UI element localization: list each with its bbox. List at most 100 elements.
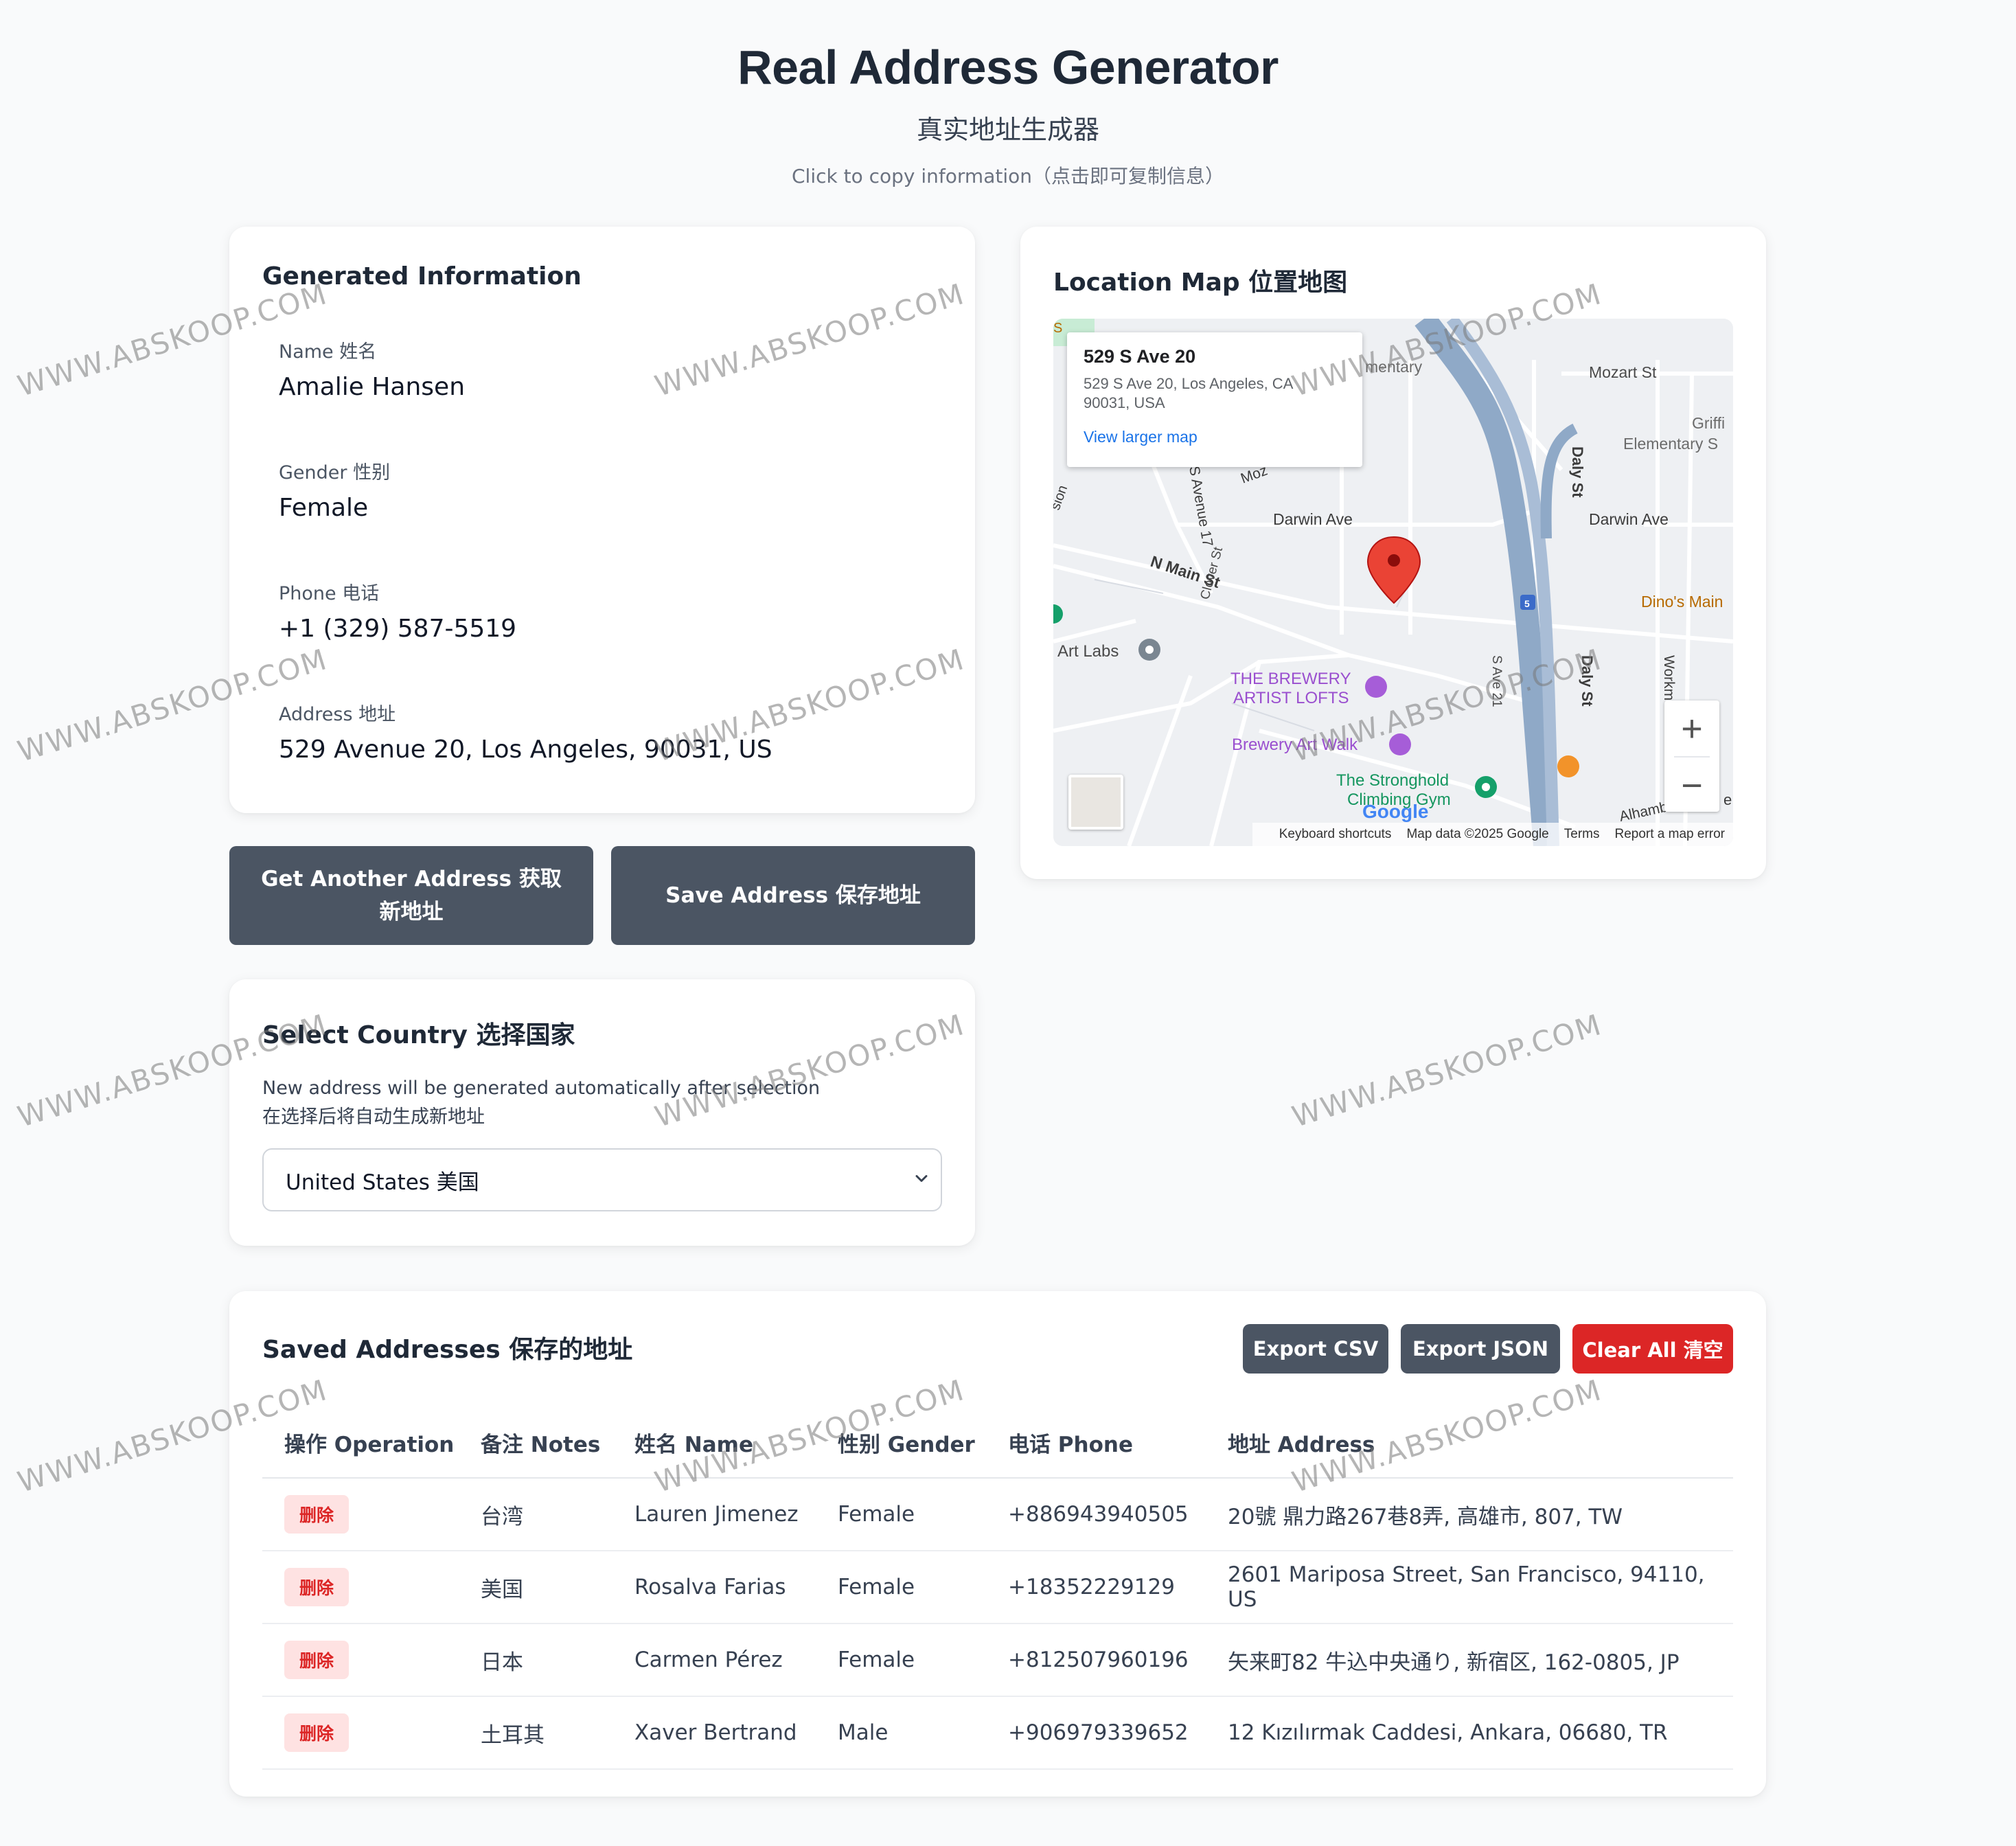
description-chinese: 在选择后将自动生成新地址 — [262, 1106, 485, 1128]
name-value[interactable]: Amalie Hansen — [279, 373, 465, 401]
street-view-pegman[interactable] — [1068, 775, 1123, 830]
gender-cell: Female — [816, 1478, 986, 1551]
column-header-address: 地址 Address — [1206, 1408, 1733, 1479]
table-header-row: 操作 Operation 备注 Notes 姓名 Name 性别 Gender … — [262, 1408, 1733, 1479]
map-label-daly-st: Daly St — [1569, 446, 1586, 498]
export-json-button[interactable]: Export JSON — [1401, 1324, 1560, 1374]
address-field[interactable]: Address 地址 529 Avenue 20, Los Angeles, 9… — [279, 699, 772, 764]
page-header: Real Address Generator 真实地址生成器 Click to … — [0, 34, 2016, 189]
generated-info-title: Generated Information — [262, 262, 582, 290]
phone-cell: +886943940505 — [986, 1478, 1206, 1551]
country-selected-value: United States 美国 — [286, 1170, 479, 1195]
delete-button[interactable]: 删除 — [284, 1568, 350, 1606]
table-row: 删除 美国 Rosalva Farias Female +18352229129… — [262, 1551, 1733, 1624]
notes-cell: 台湾 — [459, 1478, 612, 1551]
popup-title: 529 S Ave 20 — [1084, 346, 1196, 367]
table-row: 删除 土耳其 Xaver Bertrand Male +906979339652… — [262, 1696, 1733, 1770]
map-label-daly-st-south: Daly St — [1579, 655, 1596, 707]
notes-cell: 日本 — [459, 1623, 612, 1697]
popup-address-line-2: 90031, USA — [1084, 394, 1165, 411]
name-field[interactable]: Name 姓名 Amalie Hansen — [279, 337, 465, 401]
notes-cell: 美国 — [459, 1551, 612, 1624]
column-header-gender: 性别 Gender — [816, 1408, 986, 1479]
keyboard-shortcuts-link[interactable]: Keyboard shortcuts — [1279, 827, 1392, 842]
name-cell: Xaver Bertrand — [612, 1696, 816, 1770]
map-info-popup: 529 S Ave 20 529 S Ave 20, Los Angeles, … — [1067, 332, 1362, 467]
gender-cell: Female — [816, 1551, 986, 1624]
select-country-description: New address will be generated automatica… — [262, 1074, 820, 1132]
column-header-name: 姓名 Name — [612, 1408, 816, 1479]
operation-cell: 删除 — [262, 1551, 459, 1624]
column-header-notes: 备注 Notes — [459, 1408, 612, 1479]
map-label-griffin: Griffi — [1692, 414, 1725, 432]
location-map-card: Location Map 位置地图 Mozart St Griffi Eleme… — [1020, 227, 1766, 879]
map-label-s-ave-21: S Ave 21 — [1489, 655, 1504, 707]
table-row: 删除 台湾 Lauren Jimenez Female +88694394050… — [262, 1478, 1733, 1551]
view-larger-map-link[interactable]: View larger map — [1084, 428, 1346, 446]
saved-addresses-title: Saved Addresses 保存的地址 — [262, 1336, 633, 1364]
name-cell: Rosalva Farias — [612, 1551, 816, 1624]
phone-cell: +812507960196 — [986, 1623, 1206, 1697]
phone-cell: +18352229129 — [986, 1551, 1206, 1624]
terms-link[interactable]: Terms — [1564, 827, 1600, 842]
address-cell: 2601 Mariposa Street, San Francisco, 941… — [1206, 1551, 1733, 1624]
map-label-dinos: Dino's Main — [1641, 593, 1723, 611]
map-label-elementary: mentary — [1365, 358, 1423, 376]
gender-label: Gender 性别 — [279, 462, 391, 483]
address-label: Address 地址 — [279, 704, 396, 725]
phone-label: Phone 电话 — [279, 583, 380, 604]
map-footer: Keyboard shortcuts Map data ©2025 Google… — [1252, 823, 1733, 846]
gender-field[interactable]: Gender 性别 Female — [279, 457, 390, 522]
phone-value[interactable]: +1 (329) 587-5519 — [279, 615, 516, 643]
map-label-brewery: THE BREWERY — [1230, 670, 1351, 688]
map-data-credit: Map data ©2025 Google — [1406, 827, 1549, 841]
gender-cell: Female — [816, 1623, 986, 1697]
address-value[interactable]: 529 Avenue 20, Los Angeles, 90031, US — [279, 736, 772, 764]
column-header-operation: 操作 Operation — [262, 1408, 459, 1479]
get-another-address-button[interactable]: Get Another Address 获取新地址 — [229, 846, 593, 945]
delete-button[interactable]: 删除 — [284, 1495, 350, 1534]
map-label-griffin-elementary: Elementary S — [1623, 435, 1718, 453]
name-cell: Carmen Pérez — [612, 1623, 816, 1697]
map-label-artist-lofts: ARTIST LOFTS — [1233, 689, 1349, 707]
report-map-error-link[interactable]: Report a map error — [1614, 827, 1725, 842]
delete-button[interactable]: 删除 — [284, 1641, 350, 1679]
gender-value[interactable]: Female — [279, 494, 390, 522]
delete-button[interactable]: 删除 — [284, 1713, 350, 1752]
page-subtitle: 真实地址生成器 — [916, 115, 1099, 145]
description-english: New address will be generated automatica… — [262, 1078, 821, 1099]
export-csv-button[interactable]: Export CSV — [1243, 1324, 1388, 1374]
save-address-button[interactable]: Save Address 保存地址 — [611, 846, 975, 945]
map-label-route-5: 5 — [1524, 598, 1530, 609]
map-label-stronghold: The Stronghold — [1336, 771, 1449, 790]
copy-hint: Click to copy information（点击即可复制信息） — [791, 165, 1224, 187]
operation-cell: 删除 — [262, 1623, 459, 1697]
address-cell: 12 Kızılırmak Caddesi, Ankara, 06680, TR — [1206, 1696, 1733, 1770]
google-logo: Google — [1362, 801, 1428, 823]
zoom-out-button[interactable]: − — [1664, 757, 1719, 813]
phone-field[interactable]: Phone 电话 +1 (329) 587-5519 — [279, 578, 516, 643]
country-select[interactable]: United States 美国 — [262, 1148, 942, 1211]
map-view[interactable]: Mozart St Griffi Elementary S Darwin Ave… — [1053, 319, 1733, 846]
map-label-darwin-ave: Darwin Ave — [1273, 510, 1353, 528]
map-label-art-labs: Art Labs — [1057, 642, 1119, 661]
zoom-control: + − — [1664, 700, 1719, 812]
saved-addresses-table: 操作 Operation 备注 Notes 姓名 Name 性别 Gender … — [262, 1408, 1733, 1770]
map-label-edge-e: e — [1723, 791, 1732, 808]
name-cell: Lauren Jimenez — [612, 1478, 816, 1551]
map-label-brewery-art-walk: Brewery Art Walk — [1232, 736, 1358, 754]
page-title: Real Address Generator — [737, 41, 1279, 94]
map-label-darwin-ave-east: Darwin Ave — [1589, 510, 1669, 528]
generated-info-card: Generated Information Name 姓名 Amalie Han… — [229, 227, 975, 813]
select-country-card: Select Country 选择国家 New address will be … — [229, 979, 975, 1246]
popup-address: 529 S Ave 20, Los Angeles, CA 90031, USA — [1084, 374, 1346, 413]
table-row: 删除 日本 Carmen Pérez Female +812507960196 … — [262, 1623, 1733, 1697]
zoom-in-button[interactable]: + — [1664, 700, 1719, 756]
phone-cell: +906979339652 — [986, 1696, 1206, 1770]
popup-address-line-1: 529 S Ave 20, Los Angeles, CA — [1084, 375, 1294, 392]
saved-addresses-card: Saved Addresses 保存的地址 Export CSV Export … — [229, 1291, 1766, 1797]
map-label-mozart: Mozart St — [1589, 363, 1657, 381]
clear-all-button[interactable]: Clear All 清空 — [1572, 1324, 1733, 1374]
address-cell: 20號 鼎力路267巷8弄, 高雄市, 807, TW — [1206, 1478, 1733, 1551]
gender-cell: Male — [816, 1696, 986, 1770]
